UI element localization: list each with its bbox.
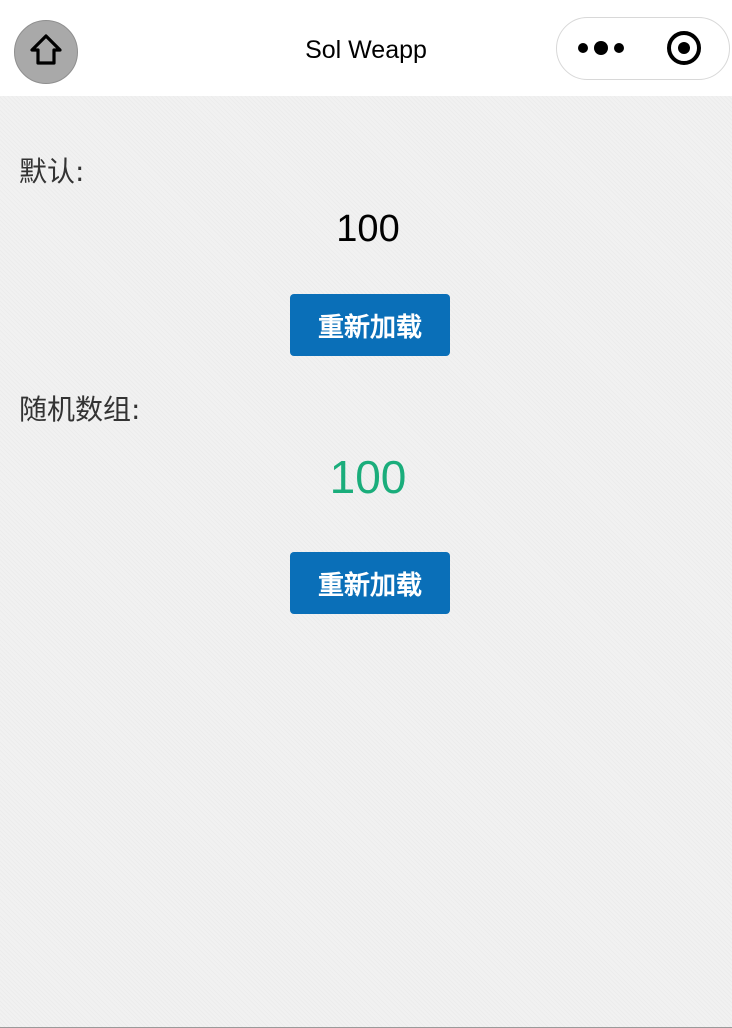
more-dots-icon-center (593, 41, 608, 55)
more-dots-icon-right (613, 43, 624, 53)
reload-button-default[interactable]: 重新加载 (290, 294, 450, 356)
reload-button-random-array[interactable]: 重新加载 (290, 552, 450, 614)
target-circle-icon (678, 42, 690, 54)
default-label: 默认: (19, 155, 85, 188)
random-array-label: 随机数组: (19, 393, 141, 426)
more-button[interactable] (557, 18, 644, 78)
random-array-counter-value: 100 (329, 451, 407, 503)
navigation-bar: Sol Weapp (0, 0, 732, 96)
capsule-menu (556, 17, 730, 80)
page: Sol Weapp 默认: 100 重新加载 随机数组: 100 重新加载 (0, 0, 732, 1028)
home-button[interactable] (14, 20, 78, 84)
close-button[interactable] (667, 31, 701, 65)
more-dots-icon (577, 43, 588, 53)
default-counter-value: 100 (336, 208, 400, 250)
home-icon (28, 32, 64, 72)
